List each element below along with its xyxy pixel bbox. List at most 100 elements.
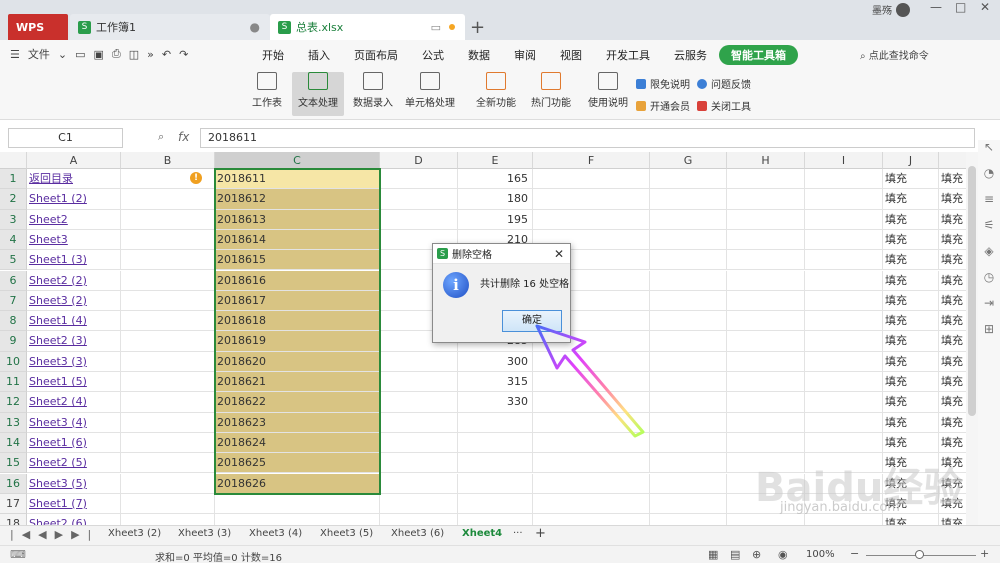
table-cell[interactable] (805, 290, 883, 312)
table-cell[interactable]: 填充 (883, 290, 939, 312)
column-header-a[interactable]: A (27, 152, 121, 169)
column-header-e[interactable]: E (458, 152, 533, 169)
sheet-link-cell[interactable]: Sheet3 (5) (27, 473, 121, 494)
table-cell[interactable] (650, 453, 727, 474)
table-cell[interactable] (533, 209, 650, 230)
row-header[interactable]: 6 (0, 270, 27, 291)
user-account[interactable]: 墨殇 (872, 2, 910, 17)
maximize-icon[interactable]: □ (955, 0, 966, 14)
table-cell[interactable]: 填充 (939, 210, 966, 230)
table-cell[interactable]: 2018623 (215, 412, 380, 433)
row-header[interactable]: 13 (0, 412, 27, 433)
table-cell[interactable]: 195 (458, 209, 533, 230)
table-cell[interactable] (727, 189, 805, 210)
table-cell[interactable] (121, 250, 215, 271)
normal-view-icon[interactable]: ▦ (708, 548, 718, 561)
sheet-link-cell[interactable]: Sheet1 (6) (27, 432, 121, 454)
table-cell[interactable] (121, 493, 215, 515)
tab-data[interactable]: 数据 (456, 45, 502, 65)
table-cell[interactable]: 2018625 (215, 453, 380, 474)
table-cell[interactable] (727, 514, 805, 525)
add-sheet-button[interactable]: + (535, 526, 546, 541)
table-cell[interactable] (121, 209, 215, 230)
table-cell[interactable]: 填充 (883, 229, 939, 251)
table-cell[interactable]: 填充 (939, 311, 966, 332)
row-header[interactable]: 18 (0, 514, 27, 525)
table-cell[interactable]: 2018613 (215, 209, 380, 230)
table-cell[interactable]: 填充 (883, 189, 939, 210)
table-cell[interactable] (533, 473, 650, 494)
column-header-b[interactable]: B (121, 152, 215, 169)
wps-home-tab[interactable]: WPS (8, 14, 68, 40)
table-cell[interactable]: 填充 (939, 413, 966, 433)
table-cell[interactable] (650, 372, 727, 393)
table-cell[interactable]: 填充 (939, 271, 966, 291)
table-cell[interactable]: 165 (458, 169, 533, 190)
table-cell[interactable]: 2018616 (215, 270, 380, 291)
close-icon[interactable]: ● (250, 20, 260, 34)
table-cell[interactable]: 填充 (883, 169, 939, 190)
table-cell[interactable]: 填充 (939, 230, 966, 251)
table-cell[interactable] (121, 311, 215, 332)
tab-review[interactable]: 审阅 (502, 45, 548, 65)
page-layout-icon[interactable]: ▤ (730, 548, 740, 561)
table-cell[interactable] (533, 169, 650, 190)
table-cell[interactable]: 2018622 (215, 392, 380, 413)
table-cell[interactable] (805, 311, 883, 332)
table-cell[interactable] (727, 392, 805, 413)
table-cell[interactable]: 2018626 (215, 473, 380, 494)
fx-icon[interactable]: fx (178, 130, 189, 144)
row-header[interactable]: 9 (0, 331, 27, 352)
table-cell[interactable] (215, 514, 380, 525)
eye-icon[interactable]: ◉ (778, 548, 788, 561)
new-tab-button[interactable]: + (470, 17, 485, 38)
sheet-link-cell[interactable]: Sheet3 (3) (27, 351, 121, 372)
select-all-corner[interactable] (0, 152, 27, 169)
table-cell[interactable] (727, 169, 805, 190)
layers-icon[interactable]: ◈ (978, 244, 1000, 270)
table-cell[interactable] (458, 493, 533, 515)
table-cell[interactable] (458, 453, 533, 474)
table-cell[interactable]: 填充 (883, 432, 939, 454)
tab-summary-xlsx[interactable]: S 总表.xlsx ▭ (270, 14, 465, 40)
sheet-link-cell[interactable]: Sheet3 (27, 229, 121, 251)
tab-view[interactable]: 视图 (548, 45, 594, 65)
sheet-link-cell[interactable]: 返回目录 (27, 169, 121, 190)
undo-icon[interactable]: ↶ (162, 48, 171, 61)
table-cell[interactable] (727, 209, 805, 230)
table-cell[interactable] (380, 432, 458, 454)
save-icon[interactable]: ▣ (94, 48, 104, 61)
column-header-k[interactable] (939, 152, 966, 169)
sheet-link-cell[interactable]: Sheet2 (3) (27, 331, 121, 352)
worksheet-button[interactable]: 工作表 (248, 72, 286, 116)
table-cell[interactable]: 填充 (939, 169, 966, 190)
close-window-icon[interactable]: ✕ (980, 0, 990, 14)
more-sheets-button[interactable]: ··· (513, 528, 523, 539)
preview-icon[interactable]: ◫ (129, 48, 139, 61)
zoom-icon[interactable]: ⌕ (158, 130, 164, 144)
table-cell[interactable] (458, 473, 533, 494)
sliders-icon[interactable]: ⚟ (978, 218, 1000, 244)
table-cell[interactable] (727, 250, 805, 271)
table-cell[interactable]: 填充 (883, 412, 939, 433)
tab-workbook1[interactable]: S 工作簿1 ● (70, 14, 270, 40)
usage-guide-button[interactable]: 使用说明 (588, 72, 628, 116)
table-cell[interactable] (650, 473, 727, 494)
table-cell[interactable] (650, 250, 727, 271)
table-cell[interactable] (650, 493, 727, 515)
table-cell[interactable]: 填充 (939, 372, 966, 393)
monitor-icon[interactable]: ▭ (431, 21, 441, 34)
column-header-h[interactable]: H (727, 152, 805, 169)
free-info-link[interactable]: 限免说明 (636, 76, 690, 91)
feedback-link[interactable]: 问题反馈 (697, 76, 751, 91)
hot-features-button[interactable]: 热门功能 (527, 72, 575, 116)
table-cell[interactable] (650, 331, 727, 352)
column-header-d[interactable]: D (380, 152, 458, 169)
command-search[interactable]: ⌕ 点此查找命令 (860, 47, 929, 62)
table-cell[interactable]: 填充 (939, 331, 966, 352)
table-cell[interactable] (727, 412, 805, 433)
table-cell[interactable] (650, 270, 727, 291)
table-cell[interactable] (727, 290, 805, 312)
row-header[interactable]: 4 (0, 229, 27, 251)
tab-home[interactable]: 开始 (250, 45, 296, 65)
